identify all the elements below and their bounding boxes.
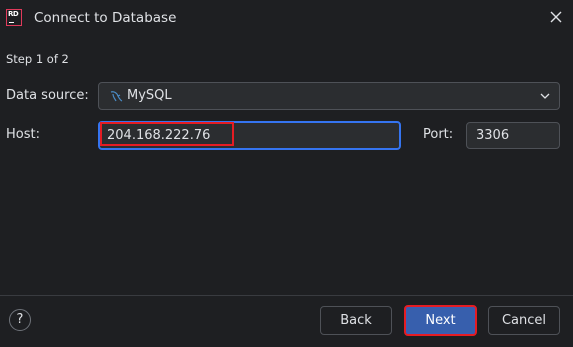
host-input[interactable] — [98, 121, 401, 150]
port-label: Port: — [423, 127, 454, 142]
back-button[interactable]: Back — [320, 306, 392, 335]
chevron-down-icon — [540, 93, 550, 99]
step-indicator: Step 1 of 2 — [6, 52, 69, 66]
app-logo: RD — [6, 9, 22, 26]
app-logo-text: RD — [8, 10, 19, 18]
close-icon[interactable] — [549, 10, 563, 24]
port-input[interactable] — [466, 122, 560, 149]
dialog-title: Connect to Database — [34, 10, 177, 26]
title-bar: RD Connect to Database — [0, 0, 573, 36]
next-button[interactable]: Next — [404, 305, 477, 336]
data-source-value: MySQL — [127, 88, 172, 103]
host-label: Host: — [6, 127, 40, 142]
cancel-button[interactable]: Cancel — [488, 306, 560, 335]
footer-divider — [0, 295, 573, 296]
data-source-select[interactable]: MySQL — [98, 82, 560, 110]
help-button[interactable]: ? — [9, 309, 31, 331]
connect-to-database-dialog: RD Connect to Database Step 1 of 2 Data … — [0, 0, 573, 347]
mysql-dolphin-icon — [110, 91, 123, 102]
app-logo-underline — [9, 22, 14, 23]
next-button-label: Next — [425, 313, 456, 328]
data-source-label: Data source: — [6, 88, 89, 103]
